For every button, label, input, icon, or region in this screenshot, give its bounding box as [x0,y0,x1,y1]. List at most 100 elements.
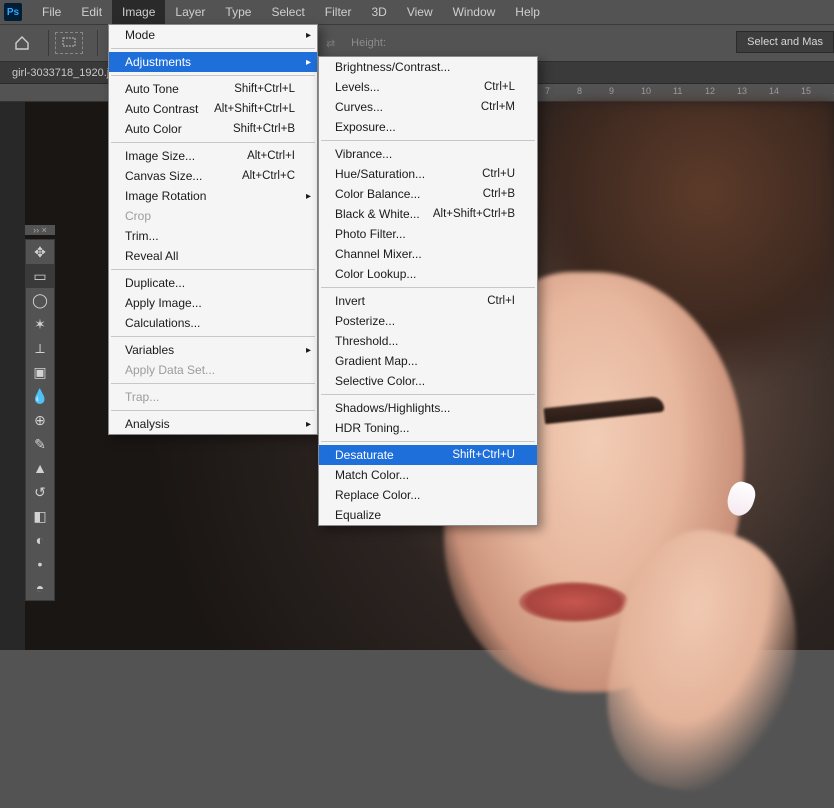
adjustments-menu-vibrance[interactable]: Vibrance... [319,144,537,164]
document-tab[interactable]: girl-3033718_1920.j [6,65,115,81]
divider [97,30,98,56]
menu-item-label: Black & White... [335,207,420,221]
rect-marquee-tool[interactable]: ▭ [26,264,54,288]
image-menu-analysis[interactable]: Analysis▸ [109,414,317,434]
adjustments-menu-curves[interactable]: Curves...Ctrl+M [319,97,537,117]
menu-window[interactable]: Window [443,0,506,24]
adjustments-menu-color-lookup[interactable]: Color Lookup... [319,264,537,284]
menu-item-label: Adjustments [125,55,191,69]
menu-3d[interactable]: 3D [361,0,396,24]
menu-item-label: Curves... [335,100,383,114]
tool-preset-picker[interactable] [55,32,83,54]
toolbar-handle[interactable]: ›› × [25,225,55,235]
menu-item-label: Duplicate... [125,276,185,290]
brush-tool[interactable]: ✎ [26,432,54,456]
menu-image[interactable]: Image [112,0,165,24]
eraser-tool[interactable]: ◧ [26,504,54,528]
image-menu-reveal-all[interactable]: Reveal All [109,246,317,266]
adjustments-menu-channel-mixer[interactable]: Channel Mixer... [319,244,537,264]
menu-item-label: Image Rotation [125,189,206,203]
image-menu-auto-contrast[interactable]: Auto ContrastAlt+Shift+Ctrl+L [109,99,317,119]
menu-item-label: Auto Color [125,122,182,136]
adjustments-menu-threshold[interactable]: Threshold... [319,331,537,351]
image-menu-duplicate[interactable]: Duplicate... [109,273,317,293]
image-menu-trim[interactable]: Trim... [109,226,317,246]
image-menu-canvas-size[interactable]: Canvas Size...Alt+Ctrl+C [109,166,317,186]
image-menu-auto-color[interactable]: Auto Color Shift+Ctrl+B [109,119,317,139]
gradient-tool[interactable]: ◐ [26,528,54,552]
adjustments-menu-selective-color[interactable]: Selective Color... [319,371,537,391]
menu-filter[interactable]: Filter [315,0,362,24]
adjustments-menu-photo-filter[interactable]: Photo Filter... [319,224,537,244]
app-logo: Ps [4,3,22,21]
menu-separator [111,336,315,337]
menu-view[interactable]: View [397,0,443,24]
menu-item-shortcut: Ctrl+L [484,81,515,93]
image-menu-calculations[interactable]: Calculations... [109,313,317,333]
menu-item-label: Replace Color... [335,488,420,502]
image-menu-variables[interactable]: Variables▸ [109,340,317,360]
adjustments-menu-invert[interactable]: Invert Ctrl+I [319,291,537,311]
menu-item-shortcut: Alt+Shift+Ctrl+L [214,103,295,115]
menu-item-shortcut: Shift+Ctrl+B [233,123,295,135]
menu-item-label: Invert [335,294,365,308]
blur-tool[interactable]: • [26,552,54,576]
eyedropper-tool[interactable]: 💧 [26,384,54,408]
image-menu-image-rotation[interactable]: Image Rotation▸ [109,186,317,206]
frame-tool[interactable]: ▣ [26,360,54,384]
menu-item-label: HDR Toning... [335,421,409,435]
menu-help[interactable]: Help [505,0,550,24]
ruler-mark: 8 [577,86,582,96]
stamp-tool[interactable]: ▲ [26,456,54,480]
menu-layer[interactable]: Layer [165,0,215,24]
adjustments-menu-replace-color[interactable]: Replace Color... [319,485,537,505]
image-menu-adjustments[interactable]: Adjustments ▸ [109,52,317,72]
image-menu-trap: Trap... [109,387,317,407]
adjustments-menu-exposure[interactable]: Exposure... [319,117,537,137]
submenu-arrow-icon: ▸ [306,57,311,68]
adjustments-menu-desaturate[interactable]: DesaturateShift+Ctrl+U [319,445,537,465]
menu-type[interactable]: Type [215,0,261,24]
menu-item-shortcut: Ctrl+B [483,188,515,200]
menu-item-label: Color Lookup... [335,267,416,281]
image-menu-mode[interactable]: Mode▸ [109,25,317,45]
adjustments-menu-posterize[interactable]: Posterize... [319,311,537,331]
adjustments-menu-equalize[interactable]: Equalize [319,505,537,525]
menu-separator [321,287,535,288]
adjustments-menu-match-color[interactable]: Match Color... [319,465,537,485]
history-brush-tool[interactable]: ↺ [26,480,54,504]
menu-file[interactable]: File [32,0,71,24]
adjustments-menu-hdr-toning[interactable]: HDR Toning... [319,418,537,438]
lasso-tool[interactable]: ◯ [26,288,54,312]
adjustments-menu-color-balance[interactable]: Color Balance...Ctrl+B [319,184,537,204]
image-menu-apply-data-set: Apply Data Set... [109,360,317,380]
magic-wand-tool[interactable]: ✶ [26,312,54,336]
ruler-mark: 7 [545,86,550,96]
adjustments-menu-shadows-highlights[interactable]: Shadows/Highlights... [319,398,537,418]
menu-item-label: Hue/Saturation... [335,167,425,181]
ruler-mark: 15 [801,86,811,96]
patch-tool[interactable]: ⊕ [26,408,54,432]
menu-edit[interactable]: Edit [71,0,112,24]
height-label: Height: [351,37,386,49]
adjustments-menu-hue-saturation[interactable]: Hue/Saturation...Ctrl+U [319,164,537,184]
image-menu-dropdown: Mode▸Adjustments▸Auto ToneShift+Ctrl+LAu… [108,24,318,435]
adjustments-menu-levels[interactable]: Levels...Ctrl+L [319,77,537,97]
adjustments-menu-gradient-map[interactable]: Gradient Map... [319,351,537,371]
image-menu-auto-tone[interactable]: Auto ToneShift+Ctrl+L [109,79,317,99]
adjustments-menu-brightness-contrast[interactable]: Brightness/Contrast... [319,57,537,77]
menu-select[interactable]: Select [261,0,314,24]
menu-item-label: Auto Tone [125,82,179,96]
adjustments-menu-black-white[interactable]: Black & White...Alt+Shift+Ctrl+B [319,204,537,224]
dodge-tool[interactable]: ◓ [26,576,54,600]
select-and-mask-button[interactable]: Select and Mas [736,31,834,53]
image-menu-apply-image[interactable]: Apply Image... [109,293,317,313]
home-button[interactable] [8,31,36,55]
menu-item-label: Variables [125,343,174,357]
menu-item-shortcut: Ctrl+I [487,295,515,307]
image-menu-image-size[interactable]: Image Size...Alt+Ctrl+I [109,146,317,166]
crop-tool[interactable]: ⟂ [26,336,54,360]
move-tool[interactable]: ✥ [26,240,54,264]
menu-item-label: Trim... [125,229,159,243]
swap-dimensions-icon[interactable]: ⇄ [326,37,335,50]
